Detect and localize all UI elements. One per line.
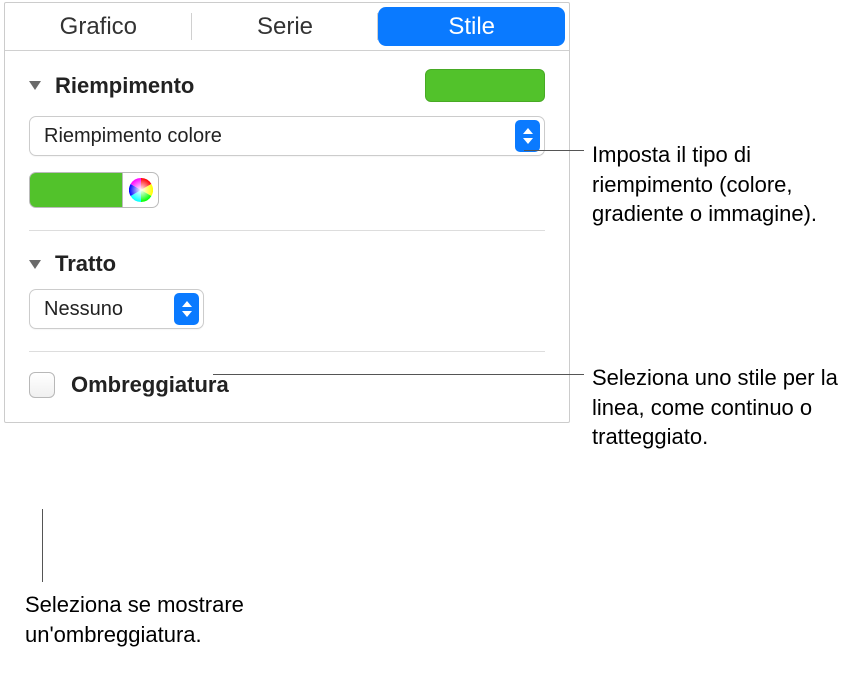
stroke-section-header: Tratto — [29, 251, 545, 277]
color-wheel-button[interactable] — [123, 172, 159, 208]
fill-color-swatch[interactable] — [425, 69, 545, 102]
tab-serie[interactable]: Serie — [192, 3, 379, 50]
tab-serie-label: Serie — [257, 13, 313, 41]
shadow-checkbox[interactable] — [29, 372, 55, 398]
divider — [29, 230, 545, 231]
fill-section-header: Riempimento — [29, 69, 545, 102]
panel-content: Riempimento Riempimento colore — [5, 51, 569, 422]
tab-stile-label: Stile — [448, 13, 495, 41]
popup-stepper-icon — [515, 120, 540, 152]
fill-type-value: Riempimento colore — [30, 125, 515, 148]
tab-bar: Grafico Serie Stile — [5, 3, 569, 51]
annotation-line — [213, 374, 584, 375]
tab-stile[interactable]: Stile — [378, 7, 565, 46]
annotation-show-shadow: Seleziona se mostrare un'ombreggiatura. — [25, 590, 325, 649]
disclosure-icon[interactable] — [29, 81, 41, 90]
fill-section-label: Riempimento — [55, 73, 194, 99]
shadow-label: Ombreggiatura — [71, 372, 229, 398]
annotation-fill-type: Imposta il tipo di riempimento (colore, … — [592, 140, 852, 229]
stroke-section-label: Tratto — [55, 251, 116, 277]
annotation-line-style: Seleziona uno stile per la linea, come c… — [592, 363, 852, 452]
style-panel: Grafico Serie Stile Riempimento Riempime… — [4, 2, 570, 423]
tab-grafico[interactable]: Grafico — [5, 3, 192, 50]
fill-color-row — [29, 172, 545, 208]
disclosure-icon[interactable] — [29, 260, 41, 269]
tab-grafico-label: Grafico — [60, 13, 137, 41]
stroke-style-value: Nessuno — [30, 298, 174, 321]
fill-color-well[interactable] — [29, 172, 123, 208]
divider — [29, 351, 545, 352]
fill-type-popup[interactable]: Riempimento colore — [29, 116, 545, 156]
color-wheel-icon — [129, 178, 153, 202]
annotation-line — [524, 150, 584, 151]
annotation-line — [42, 509, 43, 582]
stroke-style-popup[interactable]: Nessuno — [29, 289, 204, 329]
shadow-row: Ombreggiatura — [29, 372, 545, 398]
popup-stepper-icon — [174, 293, 199, 325]
